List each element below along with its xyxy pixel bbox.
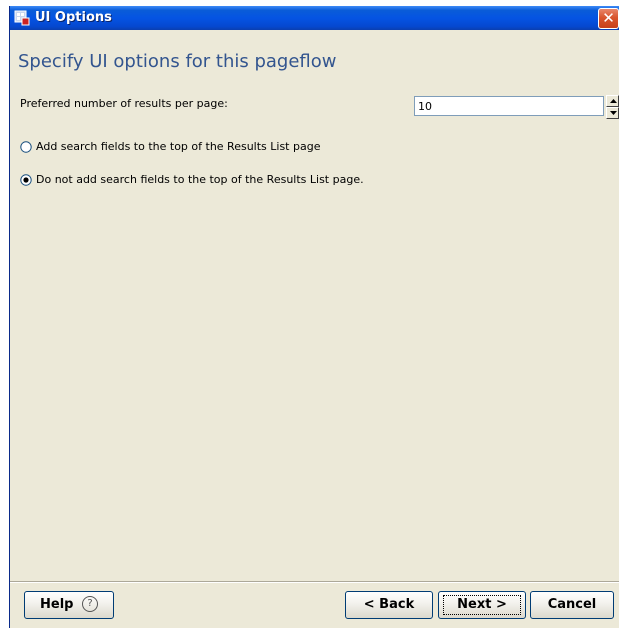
focus-rectangle xyxy=(443,595,521,615)
window-title: UI Options xyxy=(35,10,112,25)
spin-down-button[interactable] xyxy=(606,107,619,119)
results-per-page-spinner xyxy=(606,95,619,119)
results-per-page-label: Preferred number of results per page: xyxy=(20,97,228,110)
radio-button-selected-icon[interactable] xyxy=(20,174,32,186)
ui-options-dialog: UI Options ✕ Specify UI options for this… xyxy=(9,6,619,628)
back-button[interactable]: < Back xyxy=(345,591,433,619)
radio-label: Do not add search fields to the top of t… xyxy=(36,173,364,186)
spin-down-arrow-icon xyxy=(610,111,617,115)
next-button[interactable]: Next > xyxy=(438,591,526,619)
radio-label: Add search fields to the top of the Resu… xyxy=(36,140,321,153)
close-icon[interactable]: ✕ xyxy=(598,8,619,29)
page-title: Specify UI options for this pageflow xyxy=(18,51,337,72)
results-per-page-input[interactable] xyxy=(414,96,604,116)
spin-up-button[interactable] xyxy=(606,95,619,107)
help-button[interactable]: Help ? xyxy=(24,591,114,619)
title-bar[interactable]: UI Options ✕ xyxy=(10,6,619,30)
cancel-button[interactable]: Cancel xyxy=(530,591,614,619)
radio-button-icon[interactable] xyxy=(20,141,32,153)
help-question-icon: ? xyxy=(82,595,98,612)
spin-up-arrow-icon xyxy=(610,99,617,103)
help-button-label: Help xyxy=(40,597,74,612)
wizard-app-icon xyxy=(14,10,30,26)
button-bar-separator xyxy=(10,581,619,583)
